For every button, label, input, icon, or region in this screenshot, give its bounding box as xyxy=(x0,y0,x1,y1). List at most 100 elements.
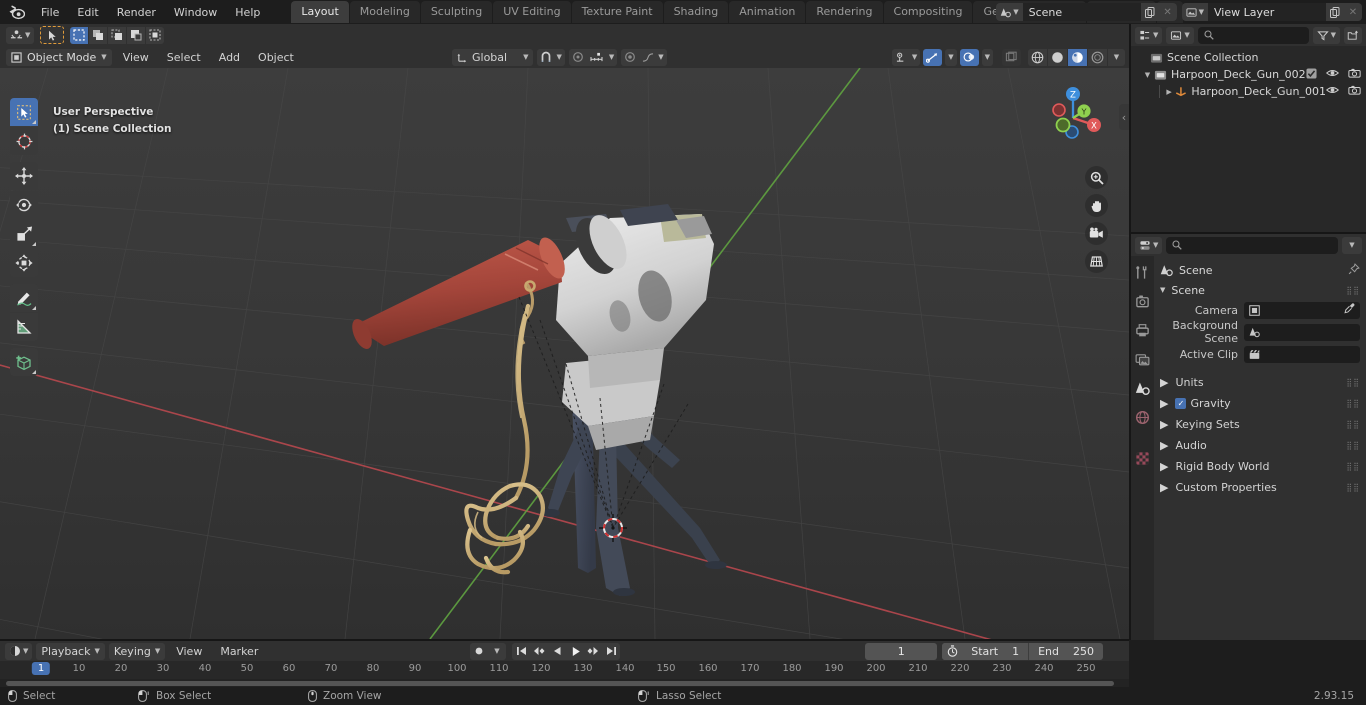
panel-header-gravity[interactable]: ▶ ✓ Gravity ⣿⣿ xyxy=(1154,393,1366,414)
menu-edit[interactable]: Edit xyxy=(68,3,107,22)
playhead[interactable]: 1 xyxy=(31,662,51,675)
overlays-toggle[interactable] xyxy=(959,48,979,66)
view-layer-icon[interactable]: ▼ xyxy=(1181,3,1208,21)
gravity-checkbox[interactable]: ✓ xyxy=(1175,398,1187,409)
panel-header-custom-properties[interactable]: ▶ Custom Properties ⣿⣿ xyxy=(1154,477,1366,498)
menu-window[interactable]: Window xyxy=(165,3,226,22)
select-extend-icon[interactable] xyxy=(89,26,108,44)
gizmo-dropdown[interactable]: ▼ xyxy=(945,48,957,66)
properties-tab-world[interactable] xyxy=(1134,408,1152,426)
disclosure-triangle-open-icon[interactable]: ▼ xyxy=(1141,71,1154,79)
outliner-row-harpoon-deck-gun-002[interactable]: ▼ Harpoon_Deck_Gun_002 xyxy=(1131,66,1366,83)
panel-header-scene[interactable]: ▼ Scene ⣿⣿ xyxy=(1154,280,1366,300)
panel-divider-vertical[interactable] xyxy=(1129,24,1131,640)
background-scene-field[interactable] xyxy=(1244,323,1360,341)
jump-prev-keyframe-icon[interactable] xyxy=(530,642,548,660)
timeline-menu-view[interactable]: View xyxy=(169,643,209,660)
sidebar-collapse-arrow-icon[interactable]: ‹ xyxy=(1119,104,1129,130)
timeline-ruler[interactable]: 1 10 20 30 40 50 60 70 80 90 100 110 120… xyxy=(0,661,1129,679)
proportional-falloff-selector[interactable]: ▼ xyxy=(621,48,667,66)
properties-tab-view-layer[interactable] xyxy=(1134,350,1152,368)
remove-scene-icon[interactable]: ✕ xyxy=(1158,3,1177,21)
workspace-tab-uv-editing[interactable]: UV Editing xyxy=(493,1,571,23)
properties-search-input[interactable] xyxy=(1166,236,1338,254)
outliner-row-harpoon-deck-gun-001[interactable]: ▶ Harpoon_Deck_Gun_001 xyxy=(1131,83,1366,100)
disclosure-triangle-closed-icon[interactable]: ▶ xyxy=(1163,88,1175,96)
panel-header-keying-sets[interactable]: ▶ Keying Sets ⣿⣿ xyxy=(1154,414,1366,435)
viewport-canvas[interactable]: User Perspective (1) Scene Collection Z … xyxy=(0,68,1129,639)
stopwatch-icon[interactable] xyxy=(942,642,963,660)
workspace-tab-animation[interactable]: Animation xyxy=(729,1,806,23)
timeline-menu-marker[interactable]: Marker xyxy=(213,643,265,660)
frame-end[interactable]: End 250 xyxy=(1029,645,1103,658)
object-types-visibility-toggle[interactable]: ▼ xyxy=(891,48,921,66)
outliner-display-mode-icon[interactable]: ▼ xyxy=(1135,26,1163,44)
properties-tab-texture[interactable] xyxy=(1134,449,1152,467)
timeline-menu-playback[interactable]: Playback ▼ xyxy=(36,642,105,660)
select-difference-icon[interactable] xyxy=(127,26,146,44)
active-tool-icon[interactable]: ▼ xyxy=(6,26,35,44)
outliner-row-scene-collection[interactable]: Scene Collection xyxy=(1131,49,1366,66)
tool-transform[interactable] xyxy=(10,249,38,277)
camera-render-icon[interactable] xyxy=(1348,68,1361,81)
frame-start[interactable]: Start 1 xyxy=(962,645,1028,658)
panel-divider-horizontal[interactable] xyxy=(1131,232,1366,234)
timeline-editor-icon[interactable]: ▼ xyxy=(5,642,33,660)
gizmo-toggle[interactable] xyxy=(923,48,943,66)
play-icon[interactable] xyxy=(566,642,584,660)
3d-viewport[interactable]: ▼ Object Mode ▼ View Select Add Object G… xyxy=(0,24,1129,639)
jump-to-end-icon[interactable] xyxy=(602,642,620,660)
select-box-icon[interactable] xyxy=(70,26,89,44)
workspace-tab-rendering[interactable]: Rendering xyxy=(806,1,883,23)
rendered-shading-icon[interactable] xyxy=(1088,48,1107,66)
jump-next-keyframe-icon[interactable] xyxy=(584,642,602,660)
new-view-layer-icon[interactable] xyxy=(1326,3,1344,21)
select-subtract-icon[interactable] xyxy=(108,26,127,44)
properties-editor-icon[interactable]: ▼ xyxy=(1135,236,1163,254)
workspace-tab-modeling[interactable]: Modeling xyxy=(349,1,420,23)
workspace-tab-sculpting[interactable]: Sculpting xyxy=(420,1,493,23)
timeline-scrollbar[interactable] xyxy=(0,679,1129,687)
auto-keying-dropdown[interactable]: ▼ xyxy=(488,642,506,660)
timeline-editor[interactable]: ▼ Playback ▼ Keying ▼ View Marker ▼ 1 St… xyxy=(0,641,1129,687)
new-scene-icon[interactable] xyxy=(1140,3,1159,21)
tool-move[interactable] xyxy=(10,162,38,190)
menu-help[interactable]: Help xyxy=(226,3,269,22)
pin-icon[interactable] xyxy=(1348,262,1360,278)
view-layer-name-field[interactable]: View Layer xyxy=(1208,3,1326,21)
tool-annotate[interactable] xyxy=(10,284,38,312)
viewport-menu-object[interactable]: Object xyxy=(251,49,301,66)
workspace-tab-compositing[interactable]: Compositing xyxy=(883,1,973,23)
transform-orientation-selector[interactable]: Global ▼ xyxy=(452,48,534,66)
camera-view-icon[interactable] xyxy=(1085,222,1108,245)
xray-toggle[interactable] xyxy=(1002,48,1021,66)
checkbox-checked-icon[interactable] xyxy=(1306,67,1317,82)
workspace-tab-shading[interactable]: Shading xyxy=(663,1,729,23)
viewport-menu-add[interactable]: Add xyxy=(212,49,247,66)
viewport-menu-select[interactable]: Select xyxy=(160,49,208,66)
active-clip-field[interactable] xyxy=(1244,345,1360,363)
outliner-filter-id-icon[interactable]: ▼ xyxy=(1166,26,1194,44)
timeline-menu-keying[interactable]: Keying ▼ xyxy=(108,642,166,660)
eyedropper-icon[interactable] xyxy=(1344,303,1355,317)
tool-rotate[interactable] xyxy=(10,191,38,219)
viewport-menu-view[interactable]: View xyxy=(116,49,156,66)
panel-header-audio[interactable]: ▶ Audio ⣿⣿ xyxy=(1154,435,1366,456)
solid-shading-icon[interactable] xyxy=(1048,48,1067,66)
workspace-tab-layout[interactable]: Layout xyxy=(291,1,349,23)
workspace-tab-texture-paint[interactable]: Texture Paint xyxy=(571,1,663,23)
tool-cursor-select-icon[interactable] xyxy=(40,26,65,44)
material-preview-icon[interactable] xyxy=(1068,48,1087,66)
auto-keying-record-icon[interactable] xyxy=(470,642,488,660)
toggle-perspective-icon[interactable] xyxy=(1085,250,1108,273)
select-intersect-icon[interactable] xyxy=(146,26,165,44)
play-reverse-icon[interactable] xyxy=(548,642,566,660)
outliner-search-input[interactable] xyxy=(1197,26,1309,44)
tool-add-cube[interactable] xyxy=(10,348,38,376)
panel-header-units[interactable]: ▶ Units ⣿⣿ xyxy=(1154,372,1366,393)
outliner-editor[interactable]: ▼ ▼ ▼ Scene Collection ▼ Harpoon_Deck_Gu… xyxy=(1131,24,1366,232)
proportional-editing-toggle[interactable]: ▼ xyxy=(568,48,618,66)
scene-icon[interactable]: ▼ xyxy=(996,3,1023,21)
zoom-icon[interactable] xyxy=(1085,166,1108,189)
filter-funnel-icon[interactable]: ▼ xyxy=(1312,26,1340,44)
